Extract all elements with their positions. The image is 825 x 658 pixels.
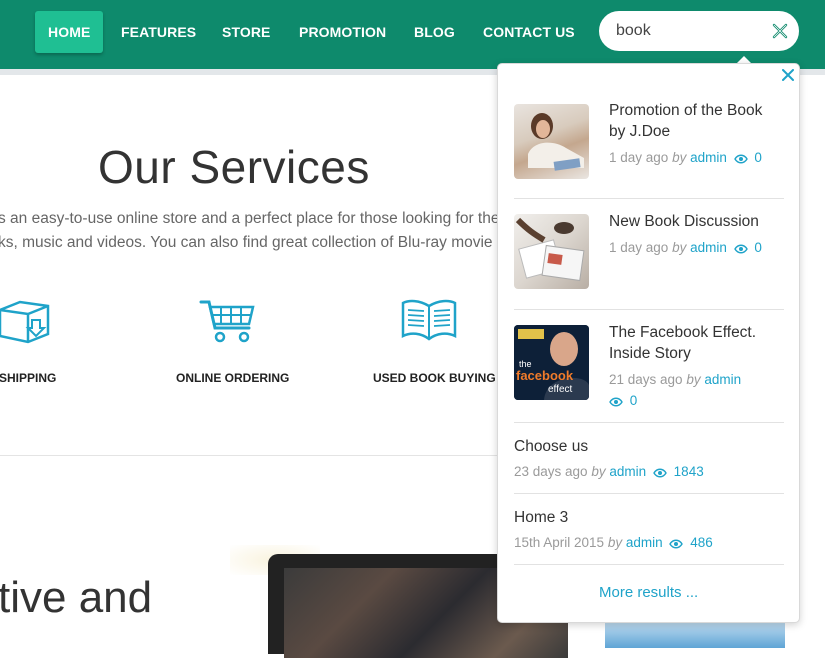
- nav-home[interactable]: HOME: [35, 11, 104, 53]
- result-date: 1 day ago: [609, 150, 669, 165]
- shopping-cart-icon: [199, 298, 257, 349]
- search-box: [599, 11, 799, 51]
- result-title[interactable]: New Book Discussion: [609, 211, 759, 232]
- result-thumbnail: [514, 214, 589, 289]
- hero-heading: tive and: [0, 573, 153, 622]
- result-date: 15th April 2015: [514, 535, 605, 550]
- result-separator: [514, 493, 784, 494]
- search-result-item[interactable]: Home 3 15th April 2015 by admin 486: [514, 507, 784, 555]
- nav-contact-us[interactable]: CONTACT US: [483, 11, 575, 53]
- search-input[interactable]: [616, 19, 766, 43]
- result-separator: [514, 422, 784, 423]
- eye-icon: [609, 395, 623, 410]
- result-separator: [514, 198, 784, 199]
- search-result-item[interactable]: Promotion of the Book by J.Doe 1 day ago…: [514, 102, 784, 184]
- result-title[interactable]: The Facebook Effect. Inside Story: [609, 322, 756, 364]
- result-author: admin: [690, 240, 727, 255]
- eye-icon: [669, 537, 684, 552]
- eye-icon: [733, 152, 748, 167]
- result-meta: 23 days ago by admin 1843: [514, 464, 704, 481]
- result-date: 1 day ago: [609, 240, 669, 255]
- result-meta: 1 day ago by admin 0: [609, 240, 762, 257]
- services-text-line-2: ks, music and videos. You can also find …: [0, 234, 493, 251]
- result-separator: [514, 309, 784, 310]
- service-label-shipping: SHIPPING: [0, 371, 57, 385]
- eye-icon: [653, 466, 667, 481]
- result-date: 23 days ago: [514, 464, 588, 479]
- services-title: Our Services: [98, 141, 370, 193]
- result-title[interactable]: Promotion of the Book by J.Doe: [609, 100, 762, 142]
- open-book-icon: [399, 298, 459, 349]
- result-views: 0: [629, 393, 638, 408]
- close-icon[interactable]: [782, 68, 794, 81]
- search-result-item[interactable]: Choose us 23 days ago by admin 1843: [514, 436, 784, 484]
- search-result-item[interactable]: the facebook effect The Facebook Effect.…: [514, 322, 784, 410]
- result-meta: 21 days ago by admin: [609, 372, 742, 387]
- box-download-icon: [0, 298, 54, 349]
- service-label-online-ordering: ONLINE ORDERING: [176, 371, 290, 385]
- result-date: 21 days ago: [609, 372, 683, 387]
- result-author: admin: [625, 535, 663, 550]
- thumb-text-effect: effect: [548, 384, 572, 395]
- nav-promotion[interactable]: PROMOTION: [299, 11, 386, 53]
- service-label-used-book-buying: USED BOOK BUYING: [373, 371, 496, 385]
- result-views: 486: [690, 535, 713, 550]
- more-results-link[interactable]: More results ...: [599, 584, 698, 601]
- result-views: 0: [754, 150, 762, 165]
- search-clear-icon[interactable]: [771, 22, 789, 40]
- services-text-line-1: s an easy-to-use online store and a perf…: [0, 210, 500, 227]
- result-author: admin: [690, 150, 727, 165]
- result-views-row: 0: [609, 393, 637, 410]
- result-title[interactable]: Home 3: [514, 507, 568, 528]
- thumb-text-facebook: facebook: [516, 368, 574, 383]
- result-views: 0: [754, 240, 762, 255]
- result-views: 1843: [673, 464, 704, 479]
- search-result-item[interactable]: New Book Discussion 1 day ago by admin 0: [514, 211, 784, 294]
- result-meta: 1 day ago by admin 0: [609, 150, 762, 167]
- result-thumbnail: the facebook effect: [514, 325, 589, 400]
- eye-icon: [733, 242, 748, 257]
- result-meta: 15th April 2015 by admin 486: [514, 535, 713, 552]
- result-title[interactable]: Choose us: [514, 436, 588, 457]
- nav-features[interactable]: FEATURES: [121, 11, 196, 53]
- result-author: admin: [704, 372, 742, 387]
- result-separator: [514, 564, 784, 565]
- section-divider: [0, 455, 500, 456]
- result-author: admin: [609, 464, 647, 479]
- nav-store[interactable]: STORE: [222, 11, 270, 53]
- result-thumbnail: [514, 104, 589, 179]
- nav-blog[interactable]: BLOG: [414, 11, 455, 53]
